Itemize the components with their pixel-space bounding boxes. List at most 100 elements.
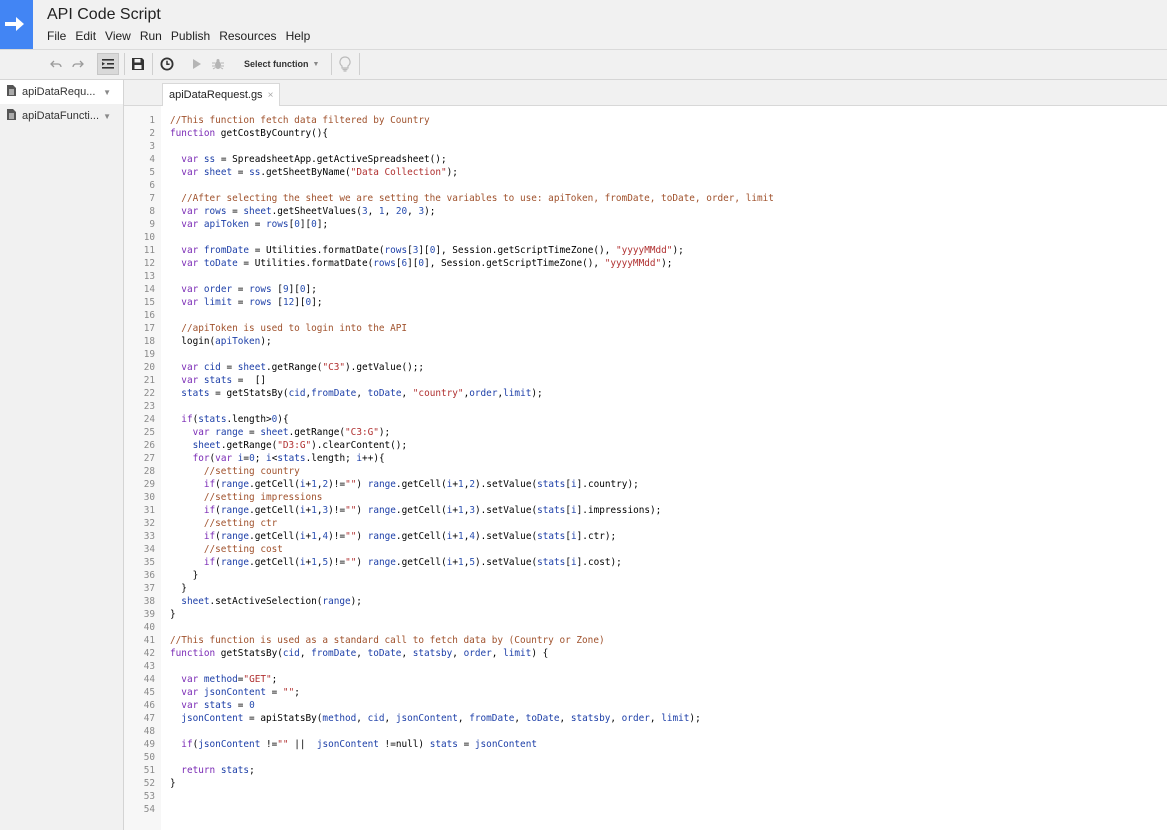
code-line[interactable]: 24 if(stats.length>0){ <box>124 413 1167 426</box>
code-line[interactable]: 23 <box>124 400 1167 413</box>
code-line[interactable]: 50 <box>124 751 1167 764</box>
code-text[interactable]: if(range.getCell(i+1,5)!="") range.getCe… <box>170 556 622 569</box>
code-text[interactable]: if(range.getCell(i+1,2)!="") range.getCe… <box>170 478 639 491</box>
code-line[interactable]: 29 if(range.getCell(i+1,2)!="") range.ge… <box>124 478 1167 491</box>
code-text[interactable]: } <box>170 777 176 790</box>
code-line[interactable]: 53 <box>124 790 1167 803</box>
code-text[interactable]: //setting ctr <box>170 517 277 530</box>
code-editor[interactable]: apiDataRequest.gs × 1 //This function fet… <box>124 80 1167 830</box>
code-text[interactable]: stats = getStatsBy(cid,fromDate, toDate,… <box>170 387 542 400</box>
code-line[interactable]: 26 sheet.getRange("D3:G").clearContent()… <box>124 439 1167 452</box>
code-line[interactable]: 43 <box>124 660 1167 673</box>
code-text[interactable]: var apiToken = rows[0][0]; <box>170 218 328 231</box>
code-line[interactable]: 13 <box>124 270 1167 283</box>
code-line[interactable]: 5 var sheet = ss.getSheetByName("Data Co… <box>124 166 1167 179</box>
menu-file[interactable]: File <box>47 29 66 43</box>
chevron-down-icon[interactable]: ▼ <box>103 88 111 97</box>
code-text[interactable]: return stats; <box>170 764 254 777</box>
code-line[interactable]: 49 if(jsonContent !="" || jsonContent !=… <box>124 738 1167 751</box>
code-line[interactable]: 14 var order = rows [9][0]; <box>124 283 1167 296</box>
menu-view[interactable]: View <box>105 29 131 43</box>
code-line[interactable]: 51 return stats; <box>124 764 1167 777</box>
indent-button[interactable] <box>97 53 119 75</box>
code-text[interactable]: //This function is used as a standard ca… <box>170 634 605 647</box>
code-line[interactable]: 35 if(range.getCell(i+1,5)!="") range.ge… <box>124 556 1167 569</box>
code-area[interactable]: 1 //This function fetch data filtered by … <box>124 114 1167 816</box>
code-line[interactable]: 54 <box>124 803 1167 816</box>
code-line[interactable]: 39} <box>124 608 1167 621</box>
code-text[interactable]: var ss = SpreadsheetApp.getActiveSpreads… <box>170 153 446 166</box>
chevron-down-icon[interactable]: ▼ <box>103 112 111 121</box>
code-text[interactable]: function getStatsBy(cid, fromDate, toDat… <box>170 647 548 660</box>
code-text[interactable]: var toDate = Utilities.formatDate(rows[6… <box>170 257 672 270</box>
code-line[interactable]: 12 var toDate = Utilities.formatDate(row… <box>124 257 1167 270</box>
code-line[interactable]: 19 <box>124 348 1167 361</box>
code-line[interactable]: 52} <box>124 777 1167 790</box>
code-line[interactable]: 40 <box>124 621 1167 634</box>
code-text[interactable]: var order = rows [9][0]; <box>170 283 317 296</box>
execution-hints-button[interactable] <box>336 53 354 75</box>
code-text[interactable]: jsonContent = apiStatsBy(method, cid, js… <box>170 712 700 725</box>
code-text[interactable]: //After selecting the sheet we are setti… <box>170 192 774 205</box>
code-line[interactable]: 33 if(range.getCell(i+1,4)!="") range.ge… <box>124 530 1167 543</box>
code-text[interactable]: login(apiToken); <box>170 335 271 348</box>
code-text[interactable]: if(range.getCell(i+1,3)!="") range.getCe… <box>170 504 661 517</box>
code-line[interactable]: 25 var range = sheet.getRange("C3:G"); <box>124 426 1167 439</box>
redo-button[interactable] <box>70 53 86 75</box>
code-line[interactable]: 1 //This function fetch data filtered by … <box>124 114 1167 127</box>
code-text[interactable]: } <box>170 608 176 621</box>
code-text[interactable]: var jsonContent = ""; <box>170 686 300 699</box>
code-line[interactable]: 36 } <box>124 569 1167 582</box>
code-text[interactable]: var rows = sheet.getSheetValues(3, 1, 20… <box>170 205 435 218</box>
code-line[interactable]: 44 var method="GET"; <box>124 673 1167 686</box>
code-text[interactable]: //setting impressions <box>170 491 323 504</box>
menu-edit[interactable]: Edit <box>75 29 96 43</box>
code-line[interactable]: 38 sheet.setActiveSelection(range); <box>124 595 1167 608</box>
code-line[interactable]: 48 <box>124 725 1167 738</box>
debug-button[interactable] <box>210 53 226 75</box>
code-line[interactable]: 46 var stats = 0 <box>124 699 1167 712</box>
code-text[interactable]: var stats = 0 <box>170 699 254 712</box>
menu-resources[interactable]: Resources <box>219 29 276 43</box>
code-line[interactable]: 17 //apiToken is used to login into the … <box>124 322 1167 335</box>
save-button[interactable] <box>129 53 147 75</box>
code-line[interactable]: 21 var stats = [] <box>124 374 1167 387</box>
code-text[interactable]: if(range.getCell(i+1,4)!="") range.getCe… <box>170 530 616 543</box>
code-text[interactable]: var range = sheet.getRange("C3:G"); <box>170 426 391 439</box>
code-text[interactable]: if(jsonContent !="" || jsonContent !=nul… <box>170 738 537 751</box>
code-text[interactable]: var stats = [] <box>170 374 266 387</box>
undo-button[interactable] <box>48 53 64 75</box>
file-item-apiDataRequest[interactable]: apiDataRequ... ▼ <box>0 80 123 104</box>
code-line[interactable]: 22 stats = getStatsBy(cid,fromDate, toDa… <box>124 387 1167 400</box>
code-text[interactable]: for(var i=0; i<stats.length; i++){ <box>170 452 385 465</box>
code-text[interactable]: var sheet = ss.getSheetByName("Data Coll… <box>170 166 458 179</box>
code-line[interactable]: 32 //setting ctr <box>124 517 1167 530</box>
code-text[interactable]: sheet.setActiveSelection(range); <box>170 595 362 608</box>
close-icon[interactable]: × <box>268 90 274 101</box>
triggers-button[interactable] <box>158 53 176 75</box>
select-function-dropdown[interactable]: Select function ▼ <box>236 53 327 75</box>
code-line[interactable]: 28 //setting country <box>124 465 1167 478</box>
code-line[interactable]: 45 var jsonContent = ""; <box>124 686 1167 699</box>
code-line[interactable]: 6 <box>124 179 1167 192</box>
code-text[interactable]: sheet.getRange("D3:G").clearContent(); <box>170 439 408 452</box>
menu-run[interactable]: Run <box>140 29 162 43</box>
code-text[interactable]: //This function fetch data filtered by C… <box>170 114 430 127</box>
code-line[interactable]: 7 //After selecting the sheet we are set… <box>124 192 1167 205</box>
code-line[interactable]: 16 <box>124 309 1167 322</box>
file-item-apiDataFunctions[interactable]: apiDataFuncti... ▼ <box>0 104 123 128</box>
code-line[interactable]: 30 //setting impressions <box>124 491 1167 504</box>
code-line[interactable]: 42 function getStatsBy(cid, fromDate, toD… <box>124 647 1167 660</box>
code-line[interactable]: 10 <box>124 231 1167 244</box>
run-button[interactable] <box>190 53 204 75</box>
code-line[interactable]: 4 var ss = SpreadsheetApp.getActiveSprea… <box>124 153 1167 166</box>
code-line[interactable]: 47 jsonContent = apiStatsBy(method, cid,… <box>124 712 1167 725</box>
menu-publish[interactable]: Publish <box>171 29 210 43</box>
code-line[interactable]: 18 login(apiToken); <box>124 335 1167 348</box>
code-line[interactable]: 34 //setting cost <box>124 543 1167 556</box>
code-line[interactable]: 41 //This function is used as a standard … <box>124 634 1167 647</box>
code-line[interactable]: 3 <box>124 140 1167 153</box>
tab-apiDataRequest[interactable]: apiDataRequest.gs × <box>162 83 281 106</box>
code-line[interactable]: 31 if(range.getCell(i+1,3)!="") range.ge… <box>124 504 1167 517</box>
code-line[interactable]: 20 var cid = sheet.getRange("C3").getVal… <box>124 361 1167 374</box>
